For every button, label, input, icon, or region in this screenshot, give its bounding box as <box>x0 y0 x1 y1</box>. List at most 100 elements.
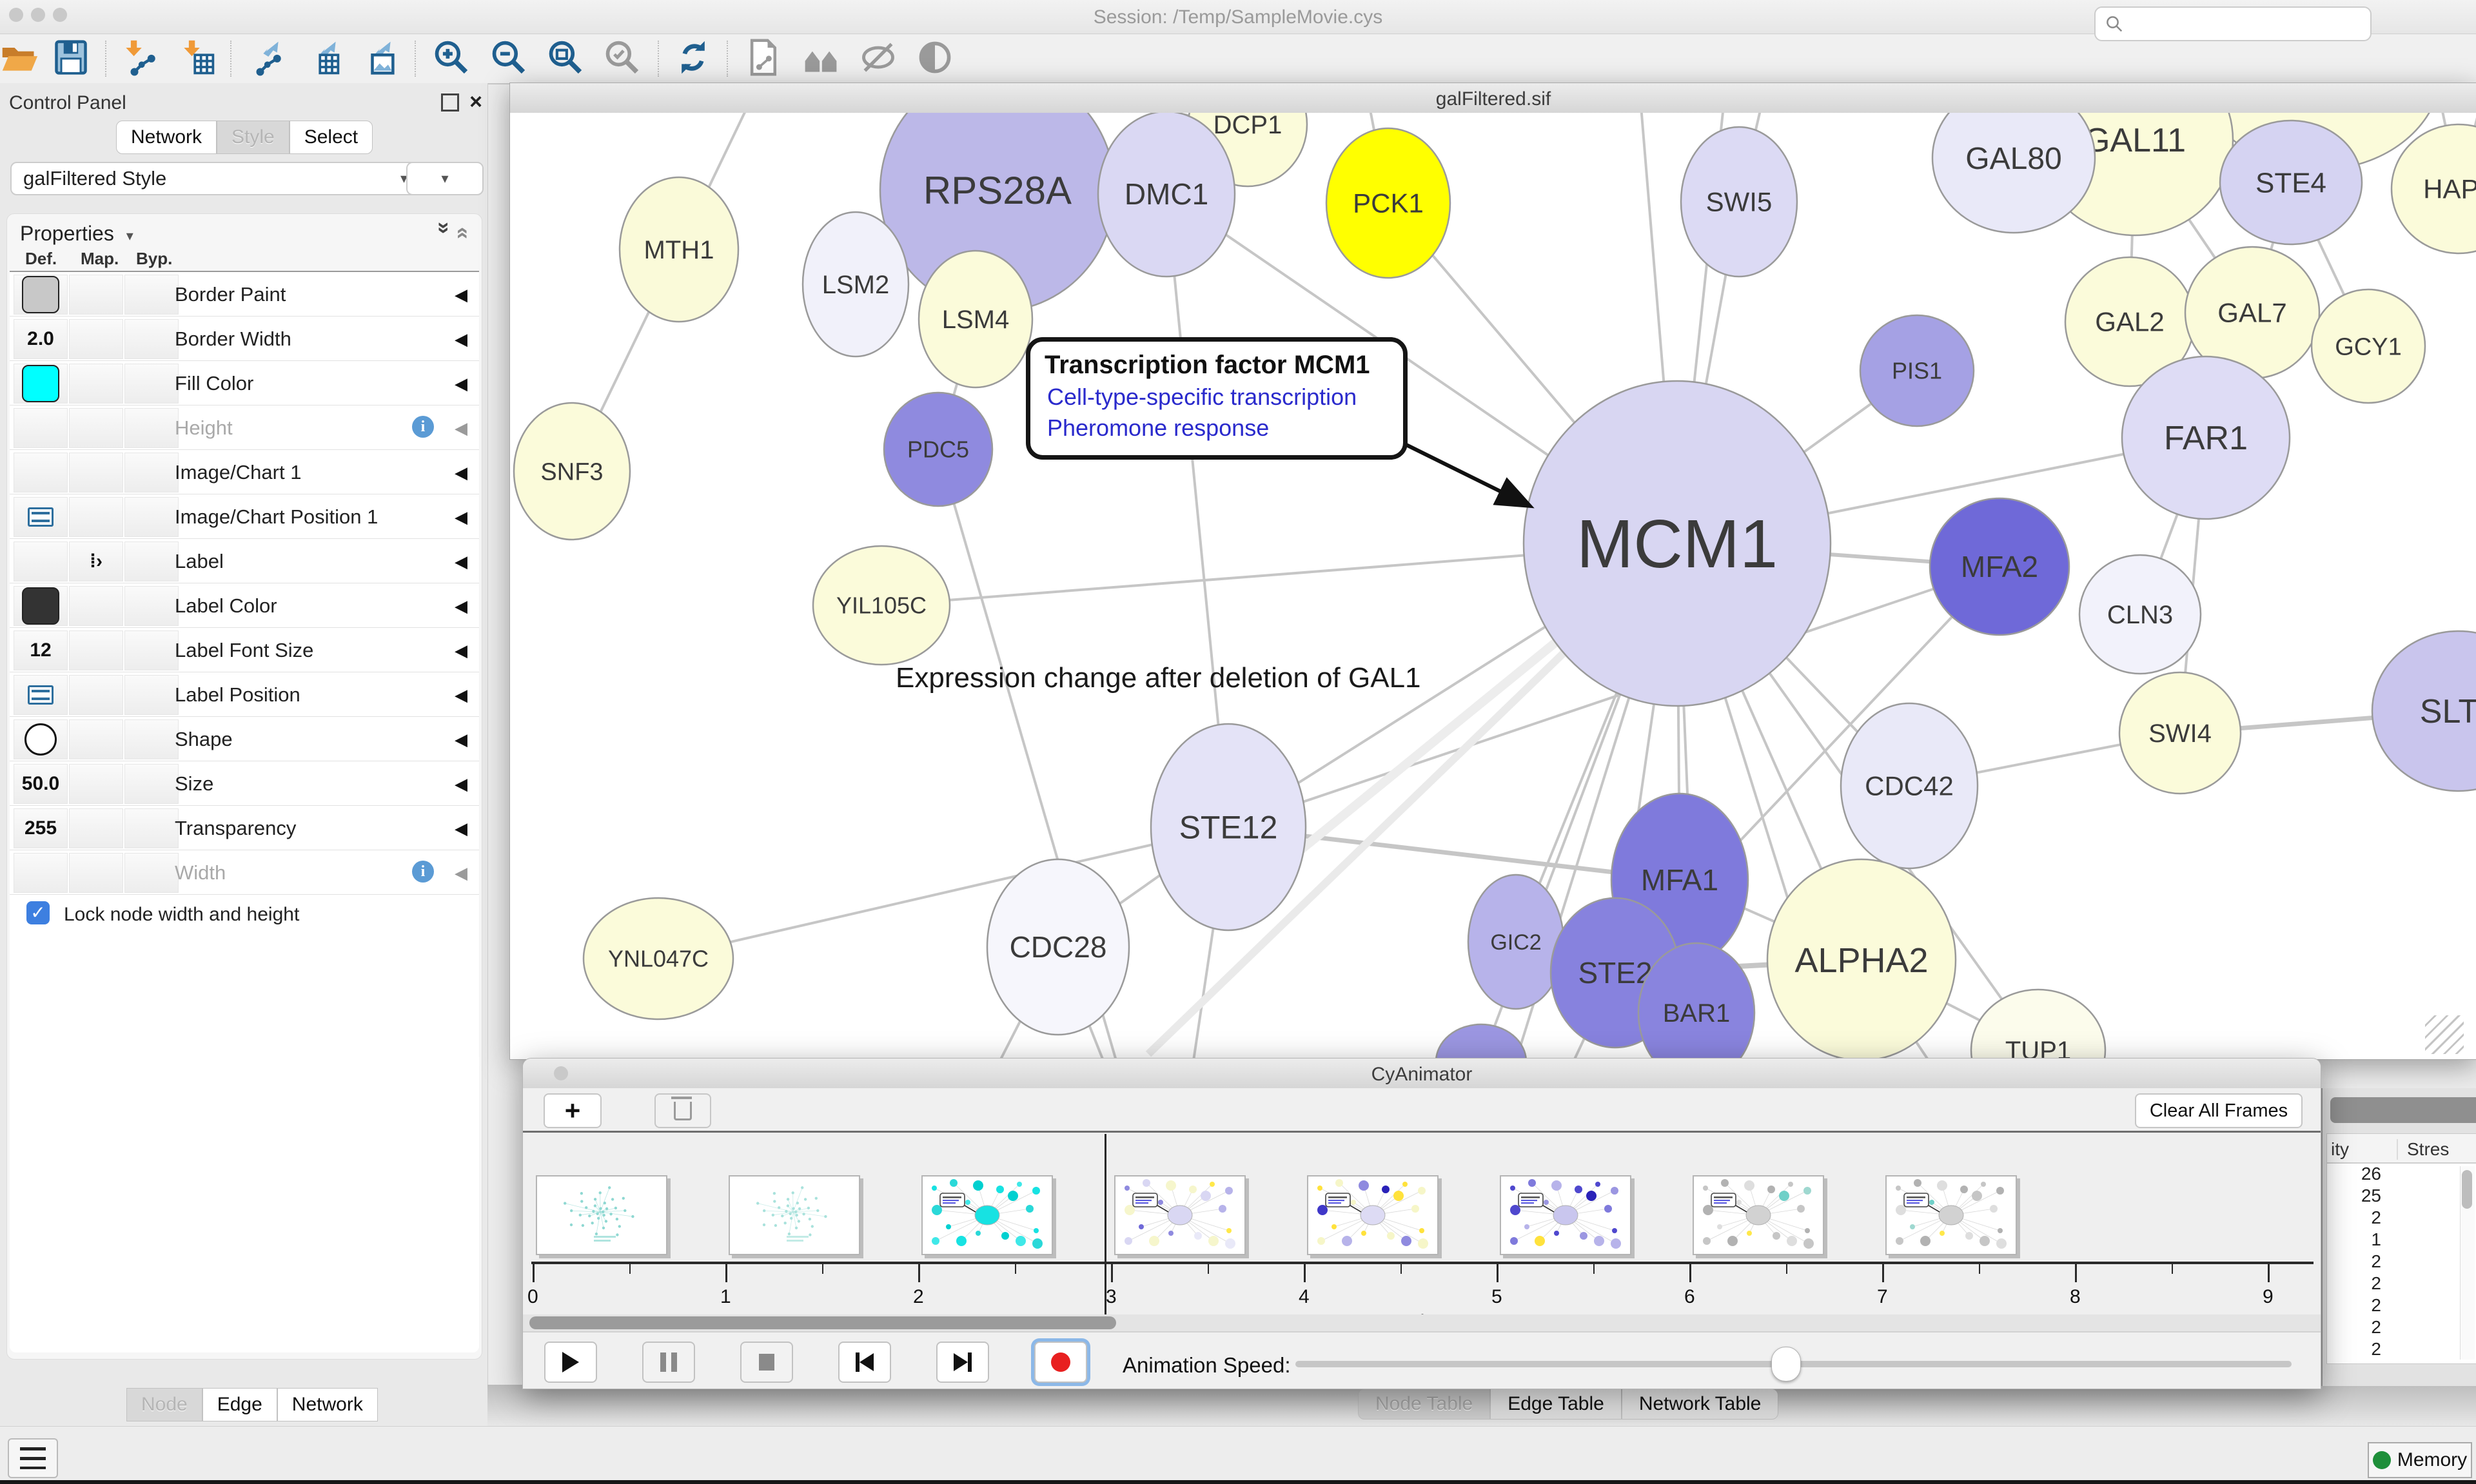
open-session-button[interactable] <box>0 38 40 79</box>
network-node-MFA2[interactable]: MFA2 <box>1930 498 2069 635</box>
default-cell[interactable] <box>14 275 68 315</box>
export-image-button[interactable] <box>357 38 398 79</box>
column-header-centrality[interactable]: ity <box>2331 1139 2349 1160</box>
bypass-cell[interactable] <box>124 764 179 804</box>
tab-network-table[interactable]: Network Table <box>1622 1389 1779 1420</box>
annotation-box[interactable]: Transcription factor MCM1 Cell-type-spec… <box>1026 337 1408 460</box>
stop-button[interactable] <box>740 1342 793 1383</box>
default-cell[interactable] <box>14 586 68 626</box>
lock-size-checkbox[interactable]: ✓ <box>26 901 50 924</box>
property-row-label[interactable]: ⁞›Label◀ <box>10 539 479 583</box>
bypass-cell[interactable] <box>124 275 179 315</box>
table-cell-centrality[interactable]: 2 <box>2327 1317 2476 1339</box>
default-cell[interactable] <box>14 453 68 493</box>
network-window-titlebar[interactable]: galFiltered.sif <box>510 83 2476 113</box>
bypass-cell[interactable] <box>124 675 179 715</box>
delete-frame-button[interactable] <box>654 1093 711 1128</box>
task-history-button[interactable] <box>8 1438 58 1478</box>
network-node-FAR1[interactable]: FAR1 <box>2122 356 2290 519</box>
table-cell-centrality[interactable]: 2 <box>2327 1339 2476 1361</box>
timeline[interactable]: 0123456789 Seconds <box>523 1133 2321 1314</box>
mapping-cell[interactable] <box>69 675 123 715</box>
property-row-size[interactable]: 50.0Size◀ <box>10 761 479 806</box>
network-node-GAL80[interactable]: GAL80 <box>1932 113 2095 233</box>
property-row-border-width[interactable]: 2.0Border Width◀ <box>10 317 479 361</box>
network-node-CLN3[interactable]: CLN3 <box>2079 555 2201 674</box>
annotation-link[interactable]: Cell-type-specific transcription <box>1045 384 1389 411</box>
network-node-PIS1[interactable]: PIS1 <box>1860 315 1974 426</box>
bypass-cell[interactable] <box>124 453 179 493</box>
network-node-MCM1[interactable]: MCM1 <box>1524 381 1831 706</box>
frame-thumbnail-7[interactable] <box>1693 1175 1824 1255</box>
bypass-cell[interactable] <box>124 364 179 404</box>
network-node-SWI5[interactable]: SWI5 <box>1681 127 1797 277</box>
apply-layout-button[interactable] <box>673 38 714 79</box>
network-node-SWI4[interactable]: SWI4 <box>2119 672 2241 794</box>
import-table-button[interactable] <box>177 38 218 79</box>
network-caption[interactable]: Expression change after deletion of GAL1 <box>896 662 1421 694</box>
table-cell-centrality[interactable]: 1 <box>2327 1229 2476 1251</box>
network-node-TUP1[interactable]: TUP1 <box>1971 990 2105 1059</box>
search-input[interactable] <box>2124 13 2359 35</box>
timeline-scrollbar-thumb[interactable] <box>529 1316 1116 1329</box>
network-node-GCY1[interactable]: GCY1 <box>2312 289 2425 403</box>
search-box[interactable] <box>2094 6 2372 41</box>
resize-grip[interactable] <box>2425 1015 2464 1054</box>
property-row-image-chart-position-1[interactable]: Image/Chart Position 1◀ <box>10 494 479 539</box>
network-node-DMC1[interactable]: DMC1 <box>1098 113 1235 277</box>
network-canvas[interactable]: RPS28BDCP1GAL11GAL80STE4HAP2RPS28ADMC1PC… <box>510 113 2476 1059</box>
add-frame-button[interactable]: + <box>544 1093 602 1128</box>
table-cell-centrality[interactable]: 2 <box>2327 1295 2476 1317</box>
bypass-cell[interactable] <box>124 719 179 759</box>
mapping-cell[interactable] <box>69 497 123 537</box>
animation-speed-slider-thumb[interactable] <box>1771 1347 1801 1381</box>
collapse-arrow-icon[interactable]: ◀ <box>455 418 467 438</box>
mapping-cell[interactable] <box>69 764 123 804</box>
position-icon[interactable] <box>28 507 54 527</box>
collapse-arrow-icon[interactable]: ◀ <box>455 730 467 750</box>
default-cell[interactable] <box>14 408 68 448</box>
default-cell[interactable] <box>14 719 68 759</box>
collapse-arrow-icon[interactable]: ◀ <box>455 596 467 616</box>
hide-panel-button[interactable] <box>858 38 899 79</box>
default-value[interactable]: 2.0 <box>27 328 54 350</box>
default-cell[interactable]: 255 <box>14 808 68 848</box>
clear-all-frames-button[interactable]: Clear All Frames <box>2135 1093 2303 1128</box>
default-cell[interactable]: 12 <box>14 630 68 670</box>
property-row-border-paint[interactable]: Border Paint◀ <box>10 272 479 317</box>
bypass-cell[interactable] <box>124 853 179 893</box>
tab-node-table[interactable]: Node Table <box>1358 1389 1490 1420</box>
frame-thumbnail-2[interactable] <box>729 1175 860 1255</box>
pause-button[interactable] <box>642 1342 695 1383</box>
float-panel-icon[interactable] <box>441 93 459 112</box>
zoom-fit-button[interactable] <box>545 38 586 79</box>
mapping-cell[interactable] <box>69 808 123 848</box>
collapse-all-icon[interactable]: » <box>449 222 474 239</box>
network-node-CDC28[interactable]: CDC28 <box>987 859 1129 1035</box>
collapse-arrow-icon[interactable]: ◀ <box>455 552 467 572</box>
network-node-STE4[interactable]: STE4 <box>2220 121 2362 244</box>
network-graph[interactable]: RPS28BDCP1GAL11GAL80STE4HAP2RPS28ADMC1PC… <box>510 113 2476 1059</box>
network-edge[interactable] <box>658 827 1228 959</box>
tab-edge-table[interactable]: Edge Table <box>1490 1389 1622 1420</box>
collapse-arrow-icon[interactable]: ◀ <box>455 863 467 883</box>
network-node-MTH1[interactable]: MTH1 <box>620 177 738 322</box>
export-table-button[interactable] <box>302 38 343 79</box>
network-node-HAP2[interactable]: HAP2 <box>2392 124 2476 253</box>
default-cell[interactable]: 50.0 <box>14 764 68 804</box>
mapping-cell[interactable] <box>69 630 123 670</box>
mapping-cell[interactable] <box>69 275 123 315</box>
property-row-transparency[interactable]: 255Transparency◀ <box>10 806 479 850</box>
network-node-LSM4[interactable]: LSM4 <box>919 251 1032 387</box>
collapse-arrow-icon[interactable]: ◀ <box>455 507 467 527</box>
save-session-button[interactable] <box>50 38 92 79</box>
overview-button[interactable] <box>800 38 841 79</box>
cyanimator-titlebar[interactable]: CyAnimator <box>523 1059 2321 1089</box>
default-value[interactable]: 12 <box>30 639 51 661</box>
network-node-CDC42[interactable]: CDC42 <box>1841 703 1978 868</box>
bypass-cell[interactable] <box>124 630 179 670</box>
table-scrollbar[interactable] <box>2460 1166 2475 1360</box>
play-button[interactable] <box>544 1342 597 1383</box>
default-cell[interactable] <box>14 542 68 581</box>
skip-to-end-button[interactable] <box>936 1342 989 1383</box>
